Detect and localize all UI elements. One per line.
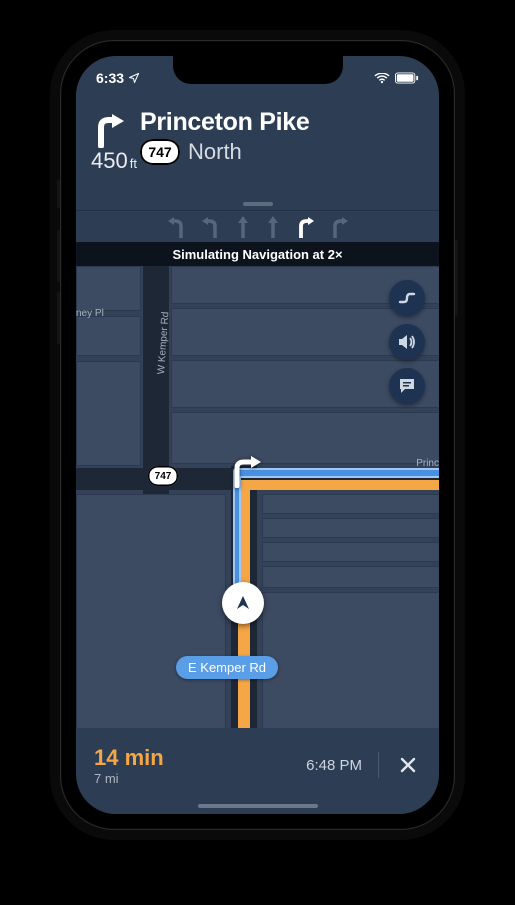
battery-icon: [395, 72, 419, 84]
hw-volume-down: [57, 292, 60, 344]
lane-straight-icon: [266, 216, 280, 238]
end-navigation-button[interactable]: [395, 752, 421, 778]
status-time: 6:33: [96, 70, 124, 86]
map-block: [76, 316, 141, 356]
status-right: [374, 72, 419, 84]
bottom-panel[interactable]: 14 min 7 mi 6:48 PM: [76, 728, 439, 814]
map-route-shield: 747: [148, 466, 178, 486]
compass-arrow-icon: [234, 594, 252, 612]
screen: 6:33: [76, 56, 439, 814]
lane-left-icon: [168, 216, 186, 238]
arrival-time: 6:48 PM: [306, 757, 362, 774]
lane-guidance: [76, 210, 439, 242]
map-view[interactable]: ney Pl W Kemper Rd Princ 747 E Kemper Rd: [76, 266, 439, 728]
maneuver-banner[interactable]: Princeton Pike 747 North 450ft: [76, 100, 439, 210]
phone-frame: 6:33: [60, 40, 455, 830]
street-label: ney Pl: [76, 308, 104, 319]
trip-distance: 7 mi: [94, 771, 164, 786]
lane-right-icon: [330, 216, 348, 238]
lane-straight-icon: [236, 216, 250, 238]
hw-power: [455, 240, 458, 316]
maneuver-primary-text: Princeton Pike: [140, 108, 309, 137]
lane-left-icon: [202, 216, 220, 238]
route-traveled: [238, 480, 439, 490]
mute-button[interactable]: [389, 324, 425, 360]
map-block: [76, 494, 226, 728]
maneuver-distance-value: 450: [91, 148, 128, 173]
chat-icon: [399, 378, 415, 394]
banner-grabber[interactable]: [243, 202, 273, 206]
lane-right-active-icon: [296, 216, 314, 238]
map-block: [262, 494, 439, 514]
maneuver-direction: North: [188, 139, 242, 165]
eta-group: 14 min 7 mi: [94, 745, 164, 786]
hw-silent-switch: [57, 180, 60, 208]
notch: [173, 56, 343, 84]
maneuver-secondary: 747 North: [140, 139, 309, 165]
route-overview-button[interactable]: [389, 280, 425, 316]
route-shield-badge: 747: [140, 139, 180, 165]
street-label: Princ: [416, 458, 439, 469]
maneuver-distance-unit: ft: [130, 156, 137, 171]
route-icon: [398, 291, 416, 305]
location-arrow-icon: [128, 72, 140, 84]
wifi-icon: [374, 73, 390, 84]
map-block: [262, 592, 439, 728]
map-turn-arrow-icon: [228, 454, 262, 488]
map-block: [76, 266, 141, 311]
close-icon: [400, 757, 416, 773]
current-road-label: E Kemper Rd: [188, 660, 266, 675]
simulation-text: Simulating Navigation at 2×: [172, 247, 342, 262]
map-block: [262, 566, 439, 588]
map-block: [76, 361, 141, 466]
route-line: [233, 468, 439, 478]
simulation-banner: Simulating Navigation at 2×: [76, 242, 439, 266]
maneuver-distance: 450ft: [91, 148, 137, 174]
map-block: [262, 542, 439, 562]
trip-duration: 14 min: [94, 745, 164, 771]
hw-volume-up: [57, 230, 60, 282]
status-time-group: 6:33: [96, 70, 140, 86]
speaker-icon: [398, 334, 416, 350]
map-block: [262, 518, 439, 538]
current-road-pill: E Kemper Rd: [176, 656, 278, 679]
divider: [378, 752, 379, 778]
user-location-puck: [222, 582, 264, 624]
feedback-button[interactable]: [389, 368, 425, 404]
map-block: [171, 412, 439, 464]
home-indicator[interactable]: [198, 804, 318, 808]
